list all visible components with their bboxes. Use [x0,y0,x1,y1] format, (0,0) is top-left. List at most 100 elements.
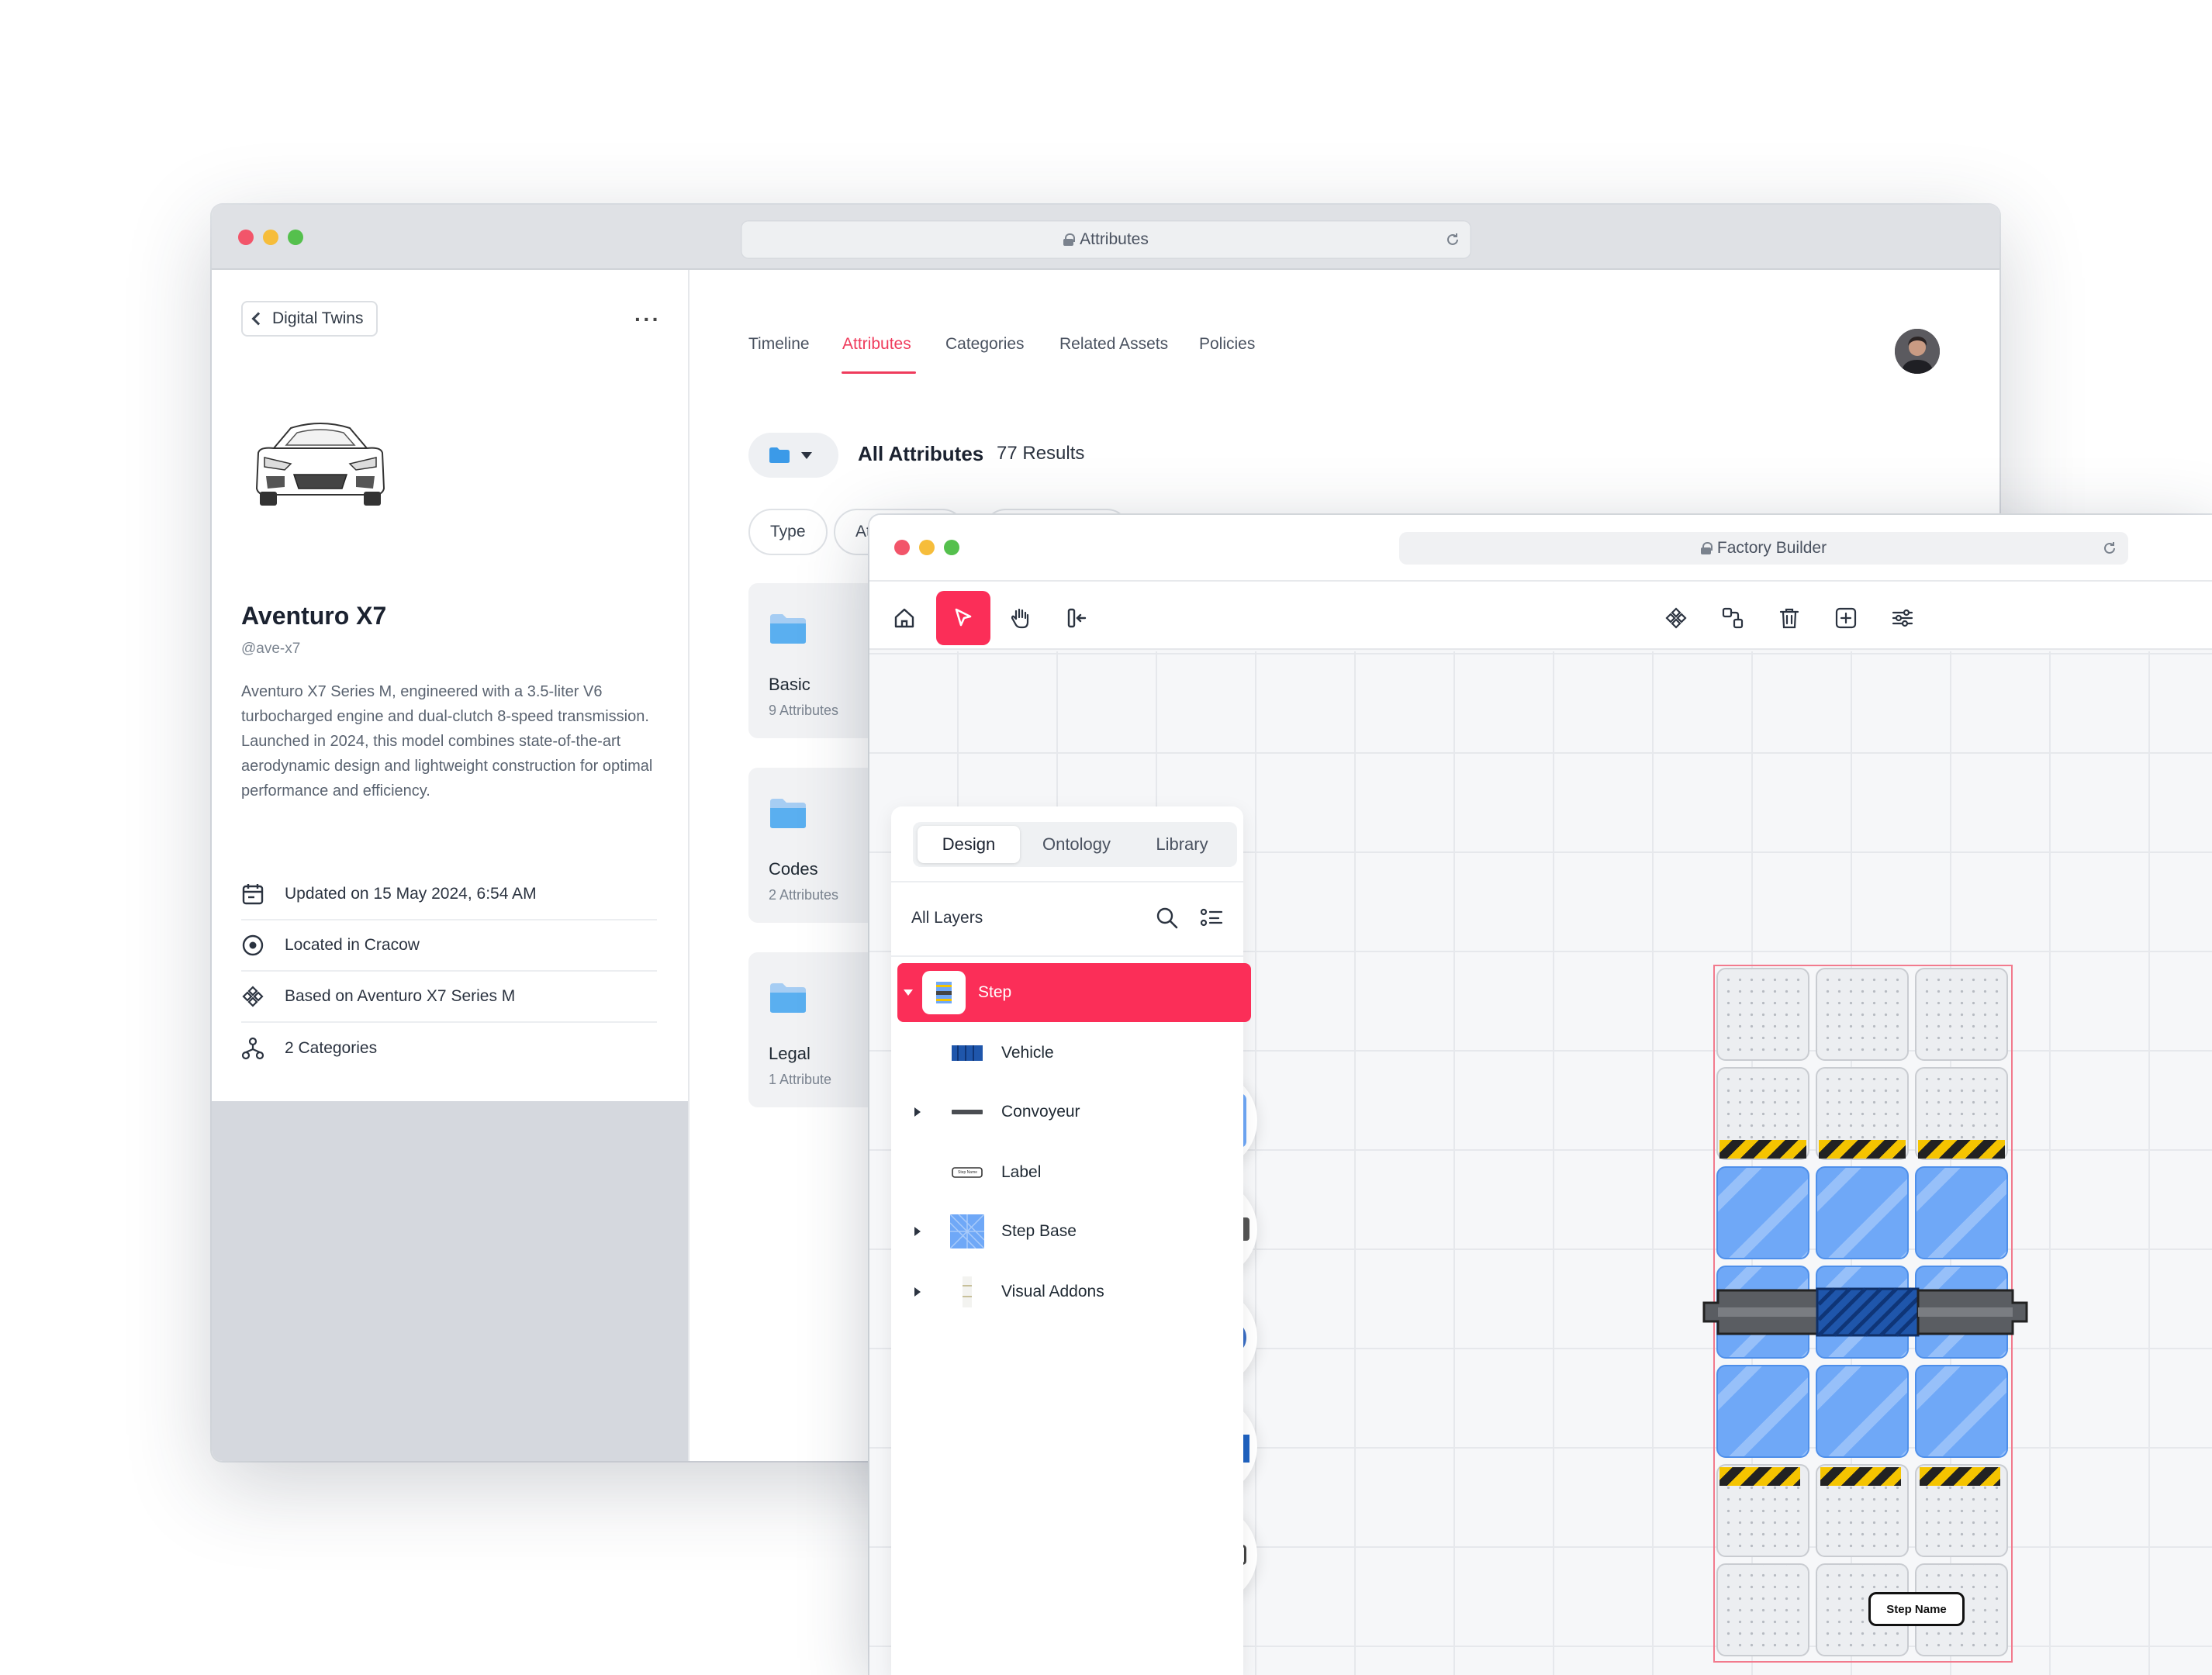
pan-tool-button[interactable] [994,591,1048,645]
maximize-window-button[interactable] [288,230,303,245]
lock-icon [1063,233,1076,246]
layer-row-step[interactable]: Step [897,963,1251,1022]
minimize-window-button[interactable] [263,230,278,245]
insert-tool-button[interactable] [1049,591,1104,645]
card-title: Codes [769,859,818,879]
caret-right-icon [914,1287,921,1297]
step-base-tile [1915,1166,2008,1259]
tab-design[interactable]: Design [918,826,1020,863]
tab-categories[interactable]: Categories [945,335,1025,354]
folder-icon [770,983,806,1013]
tab-related-assets[interactable]: Related Assets [1059,335,1168,354]
attribute-card-legal[interactable]: Legal 1 Attribute [748,952,888,1107]
layer-row-convoyeur[interactable]: Convoyeur [899,1083,1251,1141]
home-icon [894,608,914,628]
tab-library[interactable]: Library [1132,826,1232,863]
more-options-button[interactable]: ··· [634,307,661,332]
tab-ontology[interactable]: Ontology [1025,826,1128,863]
sliders-icon [1892,609,1913,627]
cursor-icon [955,608,972,627]
home-button[interactable] [877,591,931,645]
meta-based-on: Based on Aventuro X7 Series M [241,972,657,1023]
back-button[interactable]: Digital Twins [241,301,378,337]
window-titlebar: Factory Builder [869,515,2212,582]
back-button-label: Digital Twins [272,309,364,327]
add-button[interactable] [1819,591,1873,645]
settings-button[interactable] [1875,591,1930,645]
folder-filter-dropdown[interactable] [748,433,838,478]
maximize-window-button[interactable] [944,540,959,555]
trash-icon [1779,608,1799,629]
layers-panel: Design Ontology Library All Layers Step … [891,806,1251,1675]
divider [891,881,1243,882]
label-thumb-text: Step Name [958,1170,978,1175]
address-bar[interactable]: Attributes [741,220,1471,259]
address-bar[interactable]: Factory Builder [1399,532,2128,565]
close-window-button[interactable] [238,230,254,245]
group-button[interactable] [1706,591,1760,645]
hazard-stripe [1719,1140,1806,1159]
close-window-button[interactable] [894,540,910,555]
hazard-stripe [1920,1467,2000,1486]
caret-right-icon [914,1227,921,1236]
add-square-icon [1835,607,1857,629]
avatar[interactable] [1895,329,1940,374]
design-canvas[interactable]: Step Name Design Ontology Library All La… [869,651,2212,1675]
asset-description: Aventuro X7 Series M, engineered with a … [241,683,653,800]
step-name-label[interactable]: Step Name [1868,1592,1965,1626]
chevron-left-icon [251,312,265,326]
vehicle-icon [952,1045,983,1061]
active-tab-indicator [842,371,916,374]
search-icon[interactable] [1155,906,1180,931]
factory-builder-window: Factory Builder Step Name Design Ontolog… [869,515,2212,1675]
hazard-stripe [1918,1140,2005,1159]
step-base-tile [1816,1166,1909,1259]
folder-icon [770,614,806,644]
window-titlebar: Attributes [212,205,1999,270]
folder-icon [769,447,790,463]
asset-sidebar: Digital Twins ··· Aventuro X7 @ave-x7 Av… [212,270,690,1461]
filter-type[interactable]: Type [748,509,828,555]
address-text: Factory Builder [1716,539,1827,557]
attributes-heading: All Attributes [858,442,984,465]
step-base-tile [1716,1166,1809,1259]
layer-row-vehicle[interactable]: Vehicle [899,1024,1251,1083]
reload-icon[interactable] [1445,232,1460,247]
attribute-card-basic[interactable]: Basic 9 Attributes [748,583,888,738]
reload-icon[interactable] [2102,540,2117,556]
floor-tile [1716,1563,1809,1656]
meta-text: Updated on 15 May 2024, 6:54 AM [285,885,537,903]
panel-tabs: Design Ontology Library [913,822,1237,867]
delete-button[interactable] [1762,591,1816,645]
select-tool-button[interactable] [936,591,990,645]
meta-text: Based on Aventuro X7 Series M [285,987,516,1005]
meta-text: 2 Categories [285,1039,378,1057]
conveyor-graphic [1702,1287,2028,1337]
tab-timeline[interactable]: Timeline [748,335,810,354]
location-icon [241,934,264,957]
editor-toolbar [869,582,2212,650]
components-icon [1665,607,1687,629]
hazard-stripe [1819,1140,1906,1159]
layer-row-label[interactable]: Step Name Label [899,1143,1251,1202]
hazard-stripe [1820,1467,1901,1486]
convoyeur[interactable] [1702,1287,2028,1337]
tab-policies[interactable]: Policies [1199,335,1255,354]
layer-row-visual-addons[interactable]: Visual Addons [899,1262,1251,1321]
card-subtitle: 1 Attribute [769,1072,832,1087]
meta-text: Located in Cracow [285,936,420,954]
list-filter-icon[interactable] [1200,907,1223,929]
meta-updated: Updated on 15 May 2024, 6:54 AM [241,869,657,920]
layer-label: Label [1001,1163,1042,1181]
insert-icon [1067,608,1087,628]
components-button[interactable] [1649,591,1703,645]
folder-icon [770,799,806,828]
card-subtitle: 2 Attributes [769,887,839,903]
minimize-window-button[interactable] [919,540,935,555]
layers-heading: All Layers [911,909,983,927]
hazard-stripe [1719,1467,1800,1486]
attribute-card-codes[interactable]: Codes 2 Attributes [748,768,888,923]
group-icon [1722,607,1744,629]
layer-row-step-base[interactable]: Step Base [899,1202,1251,1261]
tab-attributes[interactable]: Attributes [842,335,911,354]
